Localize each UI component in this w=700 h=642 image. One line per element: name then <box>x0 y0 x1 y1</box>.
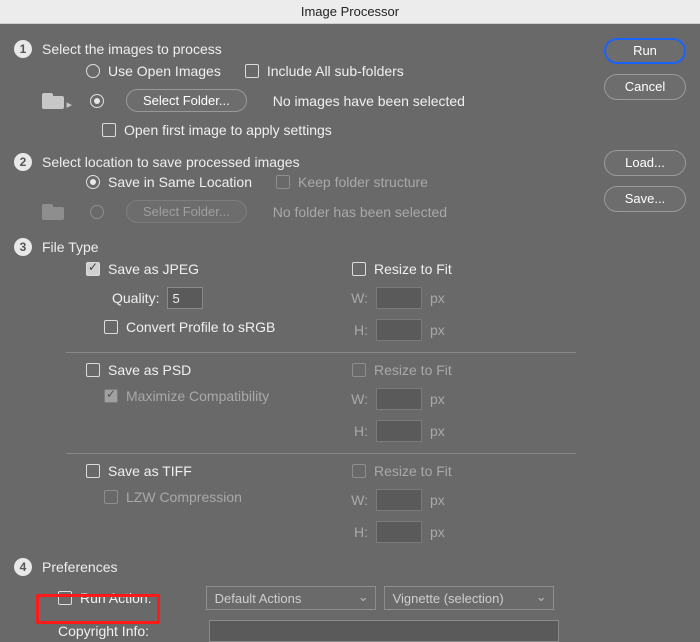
section1-header: 1 Select the images to process <box>14 34 594 58</box>
checkbox-maximize-compat <box>104 389 118 403</box>
label-jpeg-h: H: <box>344 322 368 338</box>
row-save-same: Save in Same Location Keep folder struct… <box>14 171 594 195</box>
cancel-button[interactable]: Cancel <box>604 74 686 100</box>
label-lzw: LZW Compression <box>126 489 242 505</box>
label-psd-w: W: <box>344 391 368 407</box>
input-copyright[interactable] <box>209 620 559 642</box>
checkbox-jpeg-resize[interactable] <box>352 262 366 276</box>
checkbox-include-subfolders[interactable] <box>245 64 259 78</box>
label-tiff-w: W: <box>344 492 368 508</box>
checkbox-psd-resize <box>352 363 366 377</box>
radio-save-same[interactable] <box>86 175 100 189</box>
radio-use-open-images[interactable] <box>86 64 100 78</box>
checkbox-run-action[interactable] <box>58 591 72 605</box>
tiff-block: Save as TIFF LZW Compression Resize to F… <box>14 458 594 548</box>
title-bar: Image Processor <box>0 0 700 24</box>
input-tiff-w <box>376 489 422 511</box>
label-save-psd: Save as PSD <box>108 362 191 378</box>
section3-header: 3 File Type <box>14 228 594 256</box>
row-copyright: Copyright Info: <box>14 615 594 642</box>
badge-3: 3 <box>14 238 32 256</box>
checkbox-save-tiff[interactable] <box>86 464 100 478</box>
radio-select-folder[interactable] <box>90 94 104 108</box>
section2-header: 2 Select location to save processed imag… <box>14 143 594 171</box>
row-select-folder-2: Select Folder... No folder has been sele… <box>14 195 594 228</box>
select-folder-button-1[interactable]: Select Folder... <box>126 89 247 112</box>
label-use-open-images: Use Open Images <box>108 63 221 79</box>
label-open-first: Open first image to apply settings <box>124 122 332 138</box>
label-include-subfolders: Include All sub-folders <box>267 63 404 79</box>
divider-2 <box>66 453 576 454</box>
checkbox-lzw <box>104 490 118 504</box>
folder-save-icon <box>42 204 64 220</box>
label-tiff-resize: Resize to Fit <box>374 463 452 479</box>
section3-title: File Type <box>42 239 99 255</box>
checkbox-keep-structure <box>276 175 290 189</box>
checkbox-open-first[interactable] <box>102 123 116 137</box>
checkbox-save-psd[interactable] <box>86 363 100 377</box>
section1-title: Select the images to process <box>42 41 222 57</box>
dropdown-action-set[interactable]: Default Actions <box>206 586 376 610</box>
input-jpeg-h <box>376 319 422 341</box>
window-title: Image Processor <box>301 4 399 19</box>
label-maximize-compat: Maximize Compatibility <box>126 388 269 404</box>
save-button[interactable]: Save... <box>604 186 686 212</box>
select-folder-button-2: Select Folder... <box>126 200 247 223</box>
label-psd-w-px: px <box>430 391 445 407</box>
label-save-tiff: Save as TIFF <box>108 463 192 479</box>
psd-block: Save as PSD Maximize Compatibility Resiz… <box>14 357 594 447</box>
no-folder-message: No folder has been selected <box>273 204 447 220</box>
dialog-body: Run Cancel Load... Save... 1 Select the … <box>0 24 700 642</box>
label-convert-srgb: Convert Profile to sRGB <box>126 319 275 335</box>
row-run-action: Run Action: Default Actions Vignette (se… <box>14 576 594 615</box>
row-open-first: Open first image to apply settings <box>14 117 594 143</box>
label-jpeg-w: W: <box>344 290 368 306</box>
label-keep-structure: Keep folder structure <box>298 174 428 190</box>
label-tiff-h-px: px <box>430 524 445 540</box>
checkbox-tiff-resize <box>352 464 366 478</box>
section4-title: Preferences <box>42 559 117 575</box>
input-tiff-h <box>376 521 422 543</box>
label-psd-resize: Resize to Fit <box>374 362 452 378</box>
row-use-open-images: Use Open Images Include All sub-folders <box>14 58 594 84</box>
label-jpeg-resize: Resize to Fit <box>374 261 452 277</box>
jpeg-block: Save as JPEG Quality: Convert Profile to… <box>14 256 594 346</box>
radio-save-folder[interactable] <box>90 205 104 219</box>
badge-1: 1 <box>14 40 32 58</box>
input-jpeg-w <box>376 287 422 309</box>
checkbox-save-jpeg[interactable] <box>86 262 100 276</box>
label-tiff-w-px: px <box>430 492 445 508</box>
input-psd-w <box>376 388 422 410</box>
dropdown-action[interactable]: Vignette (selection) <box>384 586 554 610</box>
label-tiff-h: H: <box>344 524 368 540</box>
load-button[interactable]: Load... <box>604 150 686 176</box>
section2-title: Select location to save processed images <box>42 154 300 170</box>
input-psd-h <box>376 420 422 442</box>
section4-header: 4 Preferences <box>14 548 594 576</box>
label-psd-h: H: <box>344 423 368 439</box>
folder-open-icon[interactable]: ▸ <box>42 93 64 109</box>
label-psd-h-px: px <box>430 423 445 439</box>
label-run-action: Run Action: <box>80 590 152 606</box>
label-copyright: Copyright Info: <box>58 623 149 639</box>
checkbox-convert-srgb[interactable] <box>104 320 118 334</box>
label-jpeg-w-px: px <box>430 290 445 306</box>
label-save-same: Save in Same Location <box>108 174 252 190</box>
label-quality: Quality: <box>112 290 159 306</box>
label-jpeg-h-px: px <box>430 322 445 338</box>
label-save-jpeg: Save as JPEG <box>108 261 199 277</box>
right-button-column: Run Cancel Load... Save... <box>604 38 686 212</box>
badge-4: 4 <box>14 558 32 576</box>
no-images-message: No images have been selected <box>273 93 465 109</box>
divider-1 <box>66 352 576 353</box>
row-select-folder-1: ▸ Select Folder... No images have been s… <box>14 84 594 117</box>
badge-2: 2 <box>14 153 32 171</box>
input-quality[interactable] <box>167 287 203 309</box>
run-button[interactable]: Run <box>604 38 686 64</box>
